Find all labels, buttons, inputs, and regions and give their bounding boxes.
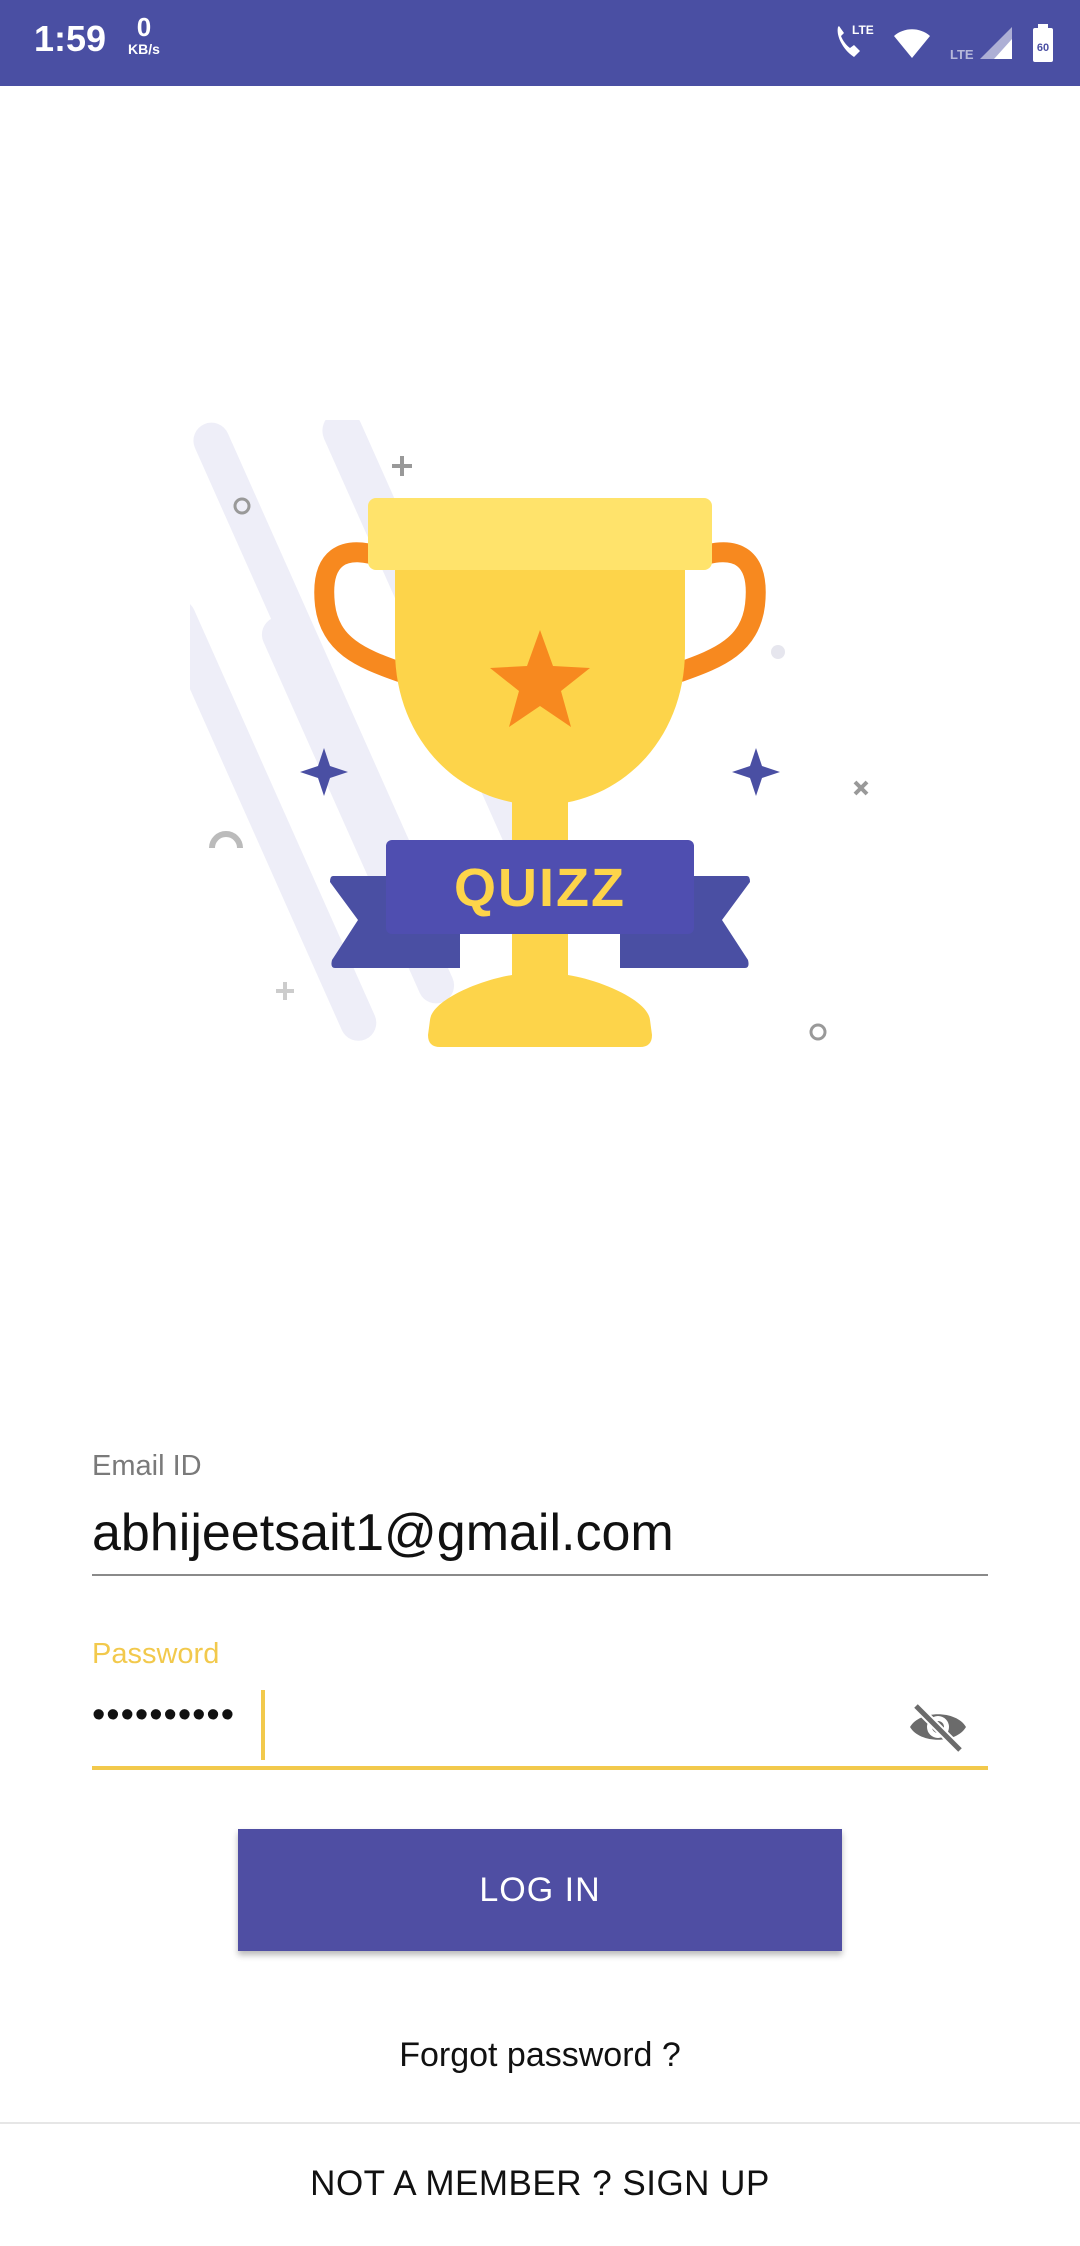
quiz-trophy-illustration: QUIZZ [190,420,869,1047]
network-speed-unit: KB/s [128,41,160,57]
status-time: 1:59 [34,18,107,59]
text-cursor [261,1690,265,1760]
divider [0,2122,1080,2124]
logo-text: QUIZZ [454,858,626,918]
password-input[interactable]: •••••••••• [92,1694,235,1737]
signup-link[interactable]: NOT A MEMBER ? SIGN UP [0,2164,1080,2204]
network-speed-value: 0 [136,12,152,42]
login-button[interactable]: LOG IN [238,1829,842,1951]
network-speed: 0 KB/s [124,14,164,56]
volte-call-icon: LTE [837,23,874,57]
trophy-base [428,975,652,1047]
battery-level-label: 60 [1037,42,1049,54]
cell-signal-icon: LTE [950,27,1012,62]
visibility-off-icon[interactable] [906,1700,970,1754]
email-underline [92,1574,988,1576]
status-icons: LTE LTE 60 [832,16,1056,70]
volte-label: LTE [852,23,874,37]
wifi-icon [894,29,930,58]
password-label: Password [92,1638,220,1670]
battery-icon: 60 [1033,24,1053,62]
trophy-rim [368,498,712,570]
email-label: Email ID [92,1450,202,1482]
email-input[interactable]: abhijeetsait1@gmail.com [92,1503,674,1563]
forgot-password-link[interactable]: Forgot password ? [0,2036,1080,2075]
password-underline [92,1766,988,1770]
status-bar: 1:59 0 KB/s LTE LTE 60 [0,0,1080,86]
signal-lte-label: LTE [950,47,974,62]
